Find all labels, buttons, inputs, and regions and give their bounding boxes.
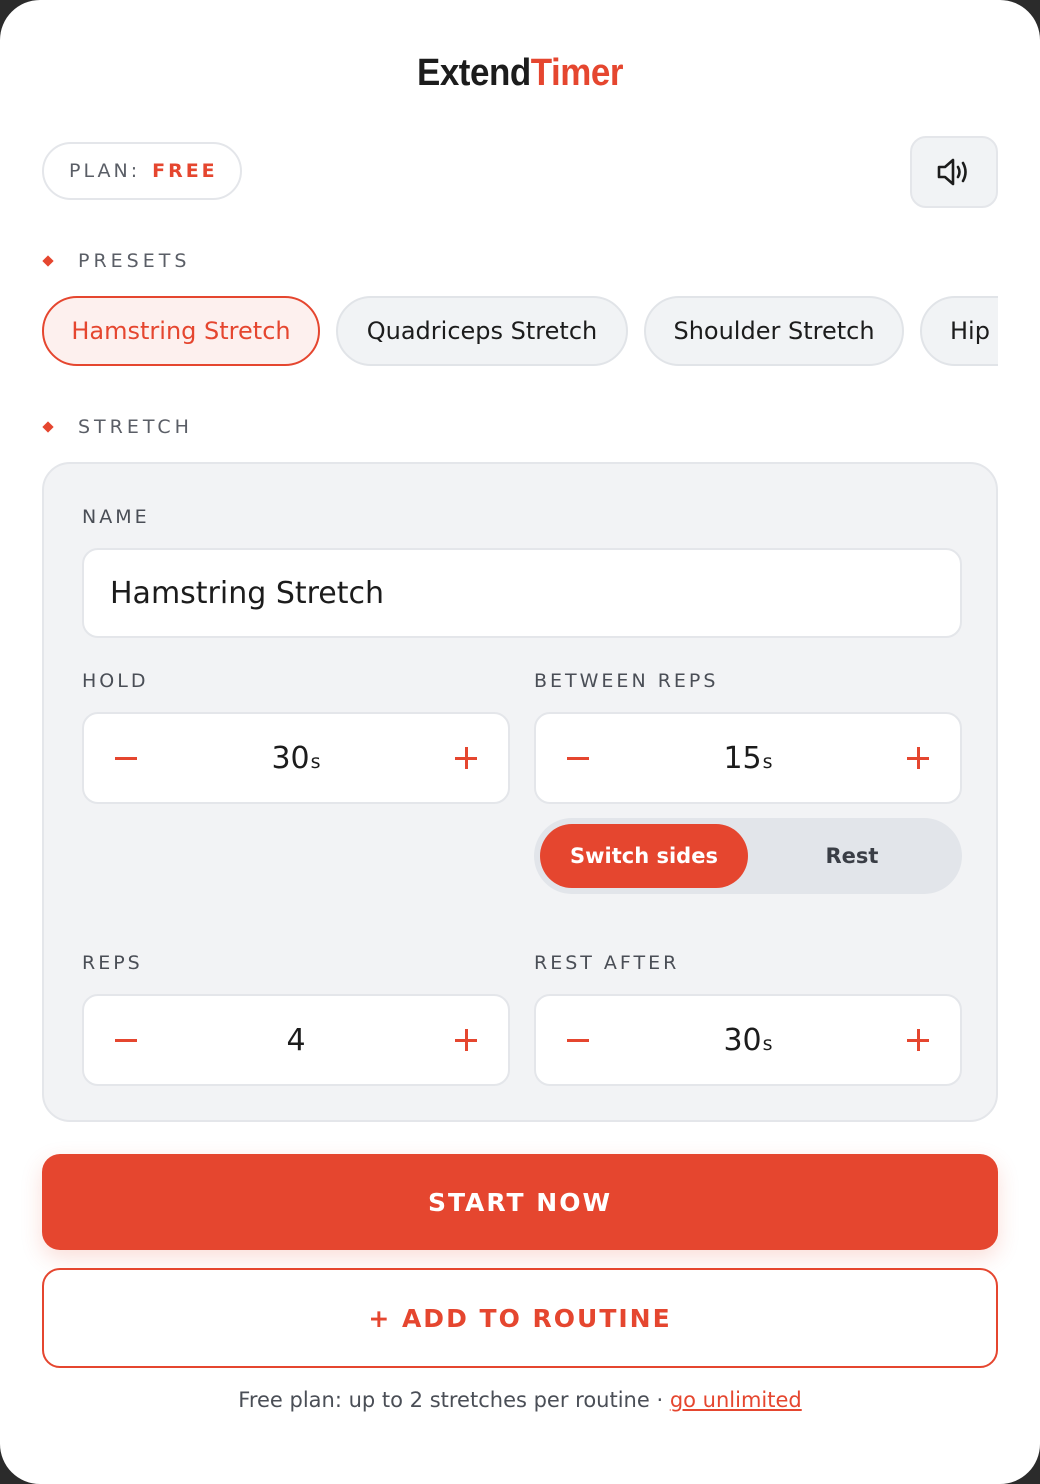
preset-chip-hamstring[interactable]: Hamstring Stretch <box>42 296 320 366</box>
add-to-routine-button[interactable]: + ADD TO ROUTINE <box>42 1268 998 1368</box>
rest-option[interactable]: Rest <box>748 824 956 888</box>
plus-icon <box>907 1029 929 1051</box>
plan-badge: PLAN: FREE <box>42 142 242 200</box>
minus-icon <box>567 756 589 760</box>
hold-field-label: HOLD <box>82 670 149 692</box>
rest-after-value-display: 30 s <box>620 996 876 1084</box>
rest-after-decrement-button[interactable] <box>536 996 620 1084</box>
stretch-name-input[interactable] <box>82 548 962 638</box>
between-mode-toggle: Switch sides Rest <box>534 818 962 894</box>
plan-limit-note: Free plan: up to 2 stretches per routine… <box>0 1388 1040 1412</box>
plus-icon <box>455 747 477 769</box>
go-unlimited-link[interactable]: go unlimited <box>670 1388 802 1412</box>
hold-increment-button[interactable] <box>424 714 508 802</box>
hold-decrement-button[interactable] <box>84 714 168 802</box>
logo-part-timer: Timer <box>530 52 624 94</box>
rest-after-value: 30 <box>723 1022 762 1058</box>
preset-chip-shoulder[interactable]: Shoulder Stretch <box>644 296 904 366</box>
plus-icon <box>455 1029 477 1051</box>
hold-value-display: 30 s <box>168 714 424 802</box>
minus-icon <box>115 756 137 760</box>
logo-part-extend: Extend <box>416 52 531 94</box>
hold-unit: s <box>310 751 321 773</box>
stretch-label: STRETCH <box>78 416 193 438</box>
speaker-icon <box>937 158 967 186</box>
reps-value: 4 <box>286 1022 306 1058</box>
preset-chip-hip[interactable]: Hip <box>920 296 998 366</box>
reps-increment-button[interactable] <box>424 996 508 1084</box>
plan-limit-text: Free plan: up to 2 stretches per routine… <box>238 1388 670 1412</box>
between-reps-field-label: BETWEEN REPS <box>534 670 719 692</box>
diamond-bullet-icon <box>42 421 54 433</box>
between-reps-value: 15 <box>723 740 762 776</box>
reps-stepper: 4 <box>82 994 510 1086</box>
sound-toggle-button[interactable] <box>910 136 998 208</box>
rest-after-unit: s <box>762 1033 773 1055</box>
between-reps-increment-button[interactable] <box>876 714 960 802</box>
presets-section-label: PRESETS <box>42 250 190 272</box>
reps-field-label: REPS <box>82 952 143 974</box>
plus-icon <box>907 747 929 769</box>
stretch-settings-panel: NAME HOLD 30s BETWEEN REPS 15s Switch si… <box>42 462 998 1122</box>
between-reps-decrement-button[interactable] <box>536 714 620 802</box>
rest-after-increment-button[interactable] <box>876 996 960 1084</box>
app-logo: ExtendTimer <box>42 52 999 95</box>
preset-chip-quadriceps[interactable]: Quadriceps Stretch <box>336 296 628 366</box>
plan-tier: FREE <box>152 160 218 182</box>
minus-icon <box>567 1038 589 1042</box>
switch-sides-option[interactable]: Switch sides <box>540 824 748 888</box>
minus-icon <box>115 1038 137 1042</box>
hold-stepper: 30 s <box>82 712 510 804</box>
plan-label: PLAN: <box>69 160 141 182</box>
hold-value: 30 <box>271 740 310 776</box>
presets-list: Hamstring Stretch Quadriceps Stretch Sho… <box>42 296 998 366</box>
rest-after-stepper: 30 s <box>534 994 962 1086</box>
timer-card: ExtendTimer PLAN: FREE PRESETS Hamstring… <box>0 0 1040 1484</box>
presets-label: PRESETS <box>78 250 191 272</box>
rest-after-field-label: REST AFTER <box>534 952 680 974</box>
between-reps-stepper: 15 s <box>534 712 962 804</box>
stretch-section-label: STRETCH <box>42 416 193 438</box>
between-reps-value-display: 15 s <box>620 714 876 802</box>
reps-decrement-button[interactable] <box>84 996 168 1084</box>
name-field-label: NAME <box>82 506 150 528</box>
start-now-button[interactable]: START NOW <box>42 1154 998 1250</box>
diamond-bullet-icon <box>42 255 54 267</box>
between-reps-unit: s <box>762 751 773 773</box>
reps-value-display: 4 <box>168 996 424 1084</box>
